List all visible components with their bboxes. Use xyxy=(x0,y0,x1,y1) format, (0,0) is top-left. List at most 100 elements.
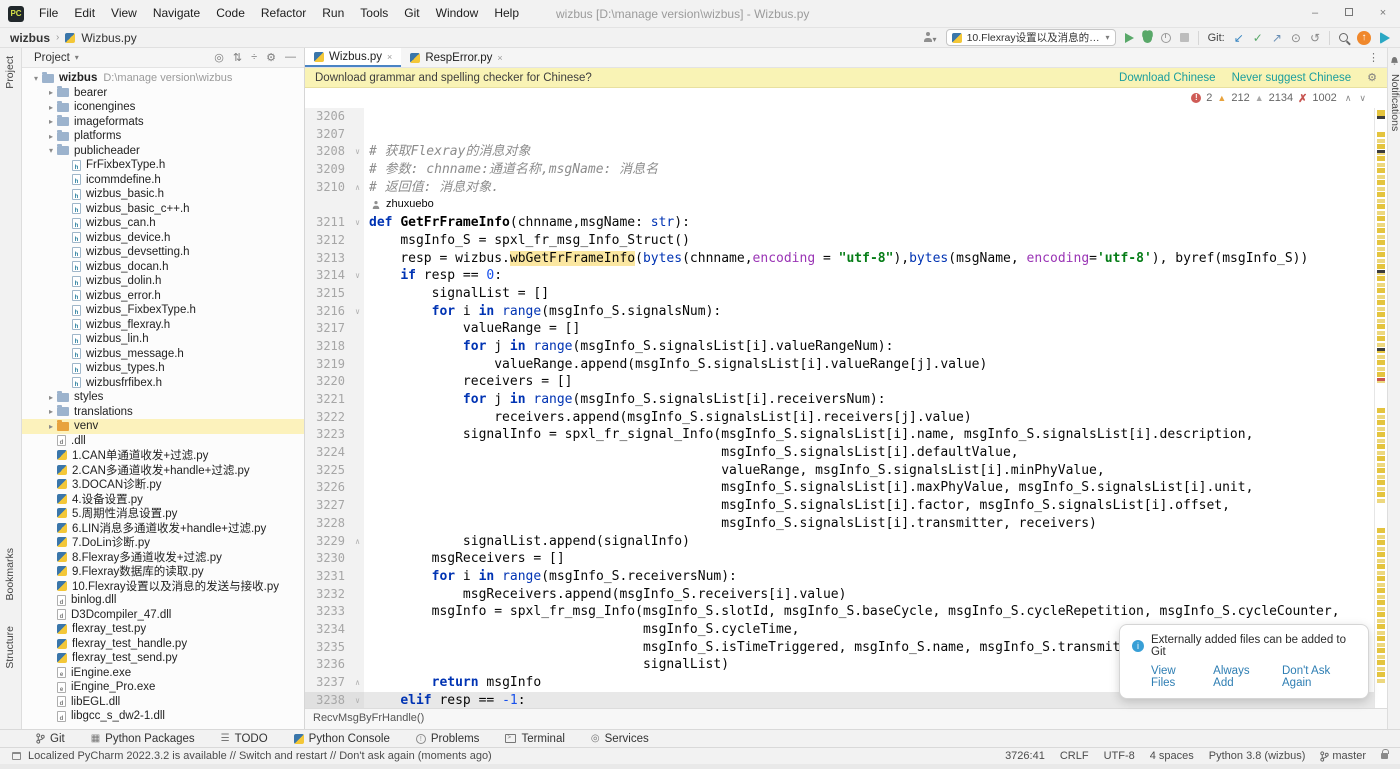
project-view-select[interactable]: Project xyxy=(34,52,70,64)
fold-up-icon[interactable]: ∧ xyxy=(351,674,364,692)
code-area[interactable]: 320632073208∨# 获取Flexray的消息对象3209# 参数: c… xyxy=(305,108,1374,708)
run-config-select[interactable]: 10.Flexray设置以及消息的发送与接收 ▾ xyxy=(946,29,1116,46)
fold-up-icon[interactable]: ∧ xyxy=(351,179,364,197)
code-line-3220[interactable]: 3220 receivers = [] xyxy=(305,373,1374,391)
menu-git[interactable]: Git xyxy=(397,0,426,27)
hide-panel-icon[interactable]: — xyxy=(285,51,296,64)
tree-item-translations[interactable]: ▸translations xyxy=(22,405,304,420)
code-line-3227[interactable]: 3227 msgInfo_S.signalsList[i].factor, ms… xyxy=(305,497,1374,515)
expand-collapse-icon[interactable]: ⇅ xyxy=(233,51,242,64)
tree-item-binlog-dll[interactable]: dbinlog.dll xyxy=(22,593,304,608)
menu-file[interactable]: File xyxy=(32,0,65,27)
lock-icon[interactable] xyxy=(1381,753,1388,759)
git-rollback-button[interactable]: ↺ xyxy=(1310,32,1320,44)
gear-icon[interactable]: ⚙ xyxy=(266,51,276,64)
tree-item-4-py[interactable]: 4.设备设置.py xyxy=(22,492,304,507)
tree-item-wizbus-can-h[interactable]: hwizbus_can.h xyxy=(22,216,304,231)
status-python-3-8-wizbus[interactable]: Python 3.8 (wizbus) xyxy=(1209,750,1306,762)
tree-item-wizbus-basic-c-h[interactable]: hwizbus_basic_c++.h xyxy=(22,202,304,217)
prev-issue-icon[interactable]: ∧ xyxy=(1345,93,1352,104)
tree-item-wizbus-basic-h[interactable]: hwizbus_basic.h xyxy=(22,187,304,202)
tree-item-wizbus-message-h[interactable]: hwizbus_message.h xyxy=(22,347,304,362)
git-history-button[interactable]: ⊙ xyxy=(1291,32,1301,44)
tree-item-7-dolin-py[interactable]: 7.DoLin诊断.py xyxy=(22,535,304,550)
gear-icon[interactable]: ⚙ xyxy=(1367,71,1377,84)
code-line-3228[interactable]: 3228 msgInfo_S.signalsList[i].transmitte… xyxy=(305,515,1374,533)
code-line-3207[interactable]: 3207 xyxy=(305,126,1374,144)
menu-help[interactable]: Help xyxy=(487,0,526,27)
git-push-button[interactable]: ↗ xyxy=(1272,32,1282,44)
code-line-3216[interactable]: 3216∨ for i in range(msgInfo_S.signalsNu… xyxy=(305,303,1374,321)
code-line-3219[interactable]: 3219 valueRange.append(msgInfo_S.signals… xyxy=(305,356,1374,374)
close-button[interactable]: × xyxy=(1366,0,1400,27)
tree-item-2-can-handle-py[interactable]: 2.CAN多通道收发+handle+过滤.py xyxy=(22,463,304,478)
code-line-3208[interactable]: 3208∨# 获取Flexray的消息对象 xyxy=(305,143,1374,161)
status-4-spaces[interactable]: 4 spaces xyxy=(1150,750,1194,762)
fold-up-icon[interactable]: ∧ xyxy=(351,533,364,551)
code-line-3217[interactable]: 3217 valueRange = [] xyxy=(305,320,1374,338)
collapse-all-icon[interactable]: ÷ xyxy=(251,51,257,64)
always-add-link[interactable]: Always Add xyxy=(1213,665,1268,689)
tree-item-imageformats[interactable]: ▸imageformats xyxy=(22,115,304,130)
code-line-3224[interactable]: 3224 msgInfo_S.signalsList[i].defaultVal… xyxy=(305,444,1374,462)
code-line-3221[interactable]: 3221 for j in range(msgInfo_S.signalsLis… xyxy=(305,391,1374,409)
tree-item-10-flexray-py[interactable]: 10.Flexray设置以及消息的发送与接收.py xyxy=(22,579,304,594)
tool-window-terminal[interactable]: >Terminal xyxy=(505,733,564,745)
tab-options-icon[interactable]: ⋮ xyxy=(1360,48,1387,67)
tool-window-python-packages[interactable]: ▦Python Packages xyxy=(91,733,195,745)
tree-item-wizbus-devsetting-h[interactable]: hwizbus_devsetting.h xyxy=(22,245,304,260)
git-branch-widget[interactable]: master xyxy=(1320,750,1366,762)
code-line-3223[interactable]: 3223 signalInfo = spxl_fr_signal_Info(ms… xyxy=(305,426,1374,444)
tree-item-wizbus-fixbextype-h[interactable]: hwizbus_FixbexType.h xyxy=(22,303,304,318)
tab-wizbus-py[interactable]: Wizbus.py × xyxy=(305,48,401,67)
fold-down-icon[interactable]: ∨ xyxy=(351,214,364,232)
code-line-3215[interactable]: 3215 signalList = [] xyxy=(305,285,1374,303)
code-line-3226[interactable]: 3226 msgInfo_S.signalsList[i].maxPhyValu… xyxy=(305,479,1374,497)
tree-item-wizbus-dolin-h[interactable]: hwizbus_dolin.h xyxy=(22,274,304,289)
tree-item-5-py[interactable]: 5.周期性消息设置.py xyxy=(22,506,304,521)
code-line-3232[interactable]: 3232 msgReceivers.append(msgInfo_S.recei… xyxy=(305,586,1374,604)
code-line-3229[interactable]: 3229∧ signalList.append(signalInfo) xyxy=(305,533,1374,551)
chevron-right-icon[interactable]: ▸ xyxy=(45,407,57,416)
inspection-widget[interactable]: 2 ▲ 212 ▲ 2134 ✗ 1002 ∧ ∨ xyxy=(305,88,1374,108)
status-utf-8[interactable]: UTF-8 xyxy=(1104,750,1135,762)
chevron-right-icon[interactable]: ▸ xyxy=(45,393,57,402)
tree-item-6-lin-handle-py[interactable]: 6.LIN消息多通道收发+handle+过滤.py xyxy=(22,521,304,536)
tool-window-services[interactable]: ◎Services xyxy=(591,733,649,745)
tool-window-problems[interactable]: !Problems xyxy=(416,733,480,745)
fold-down-icon[interactable]: ∨ xyxy=(351,692,364,708)
tree-item-wizbus-flexray-h[interactable]: hwizbus_flexray.h xyxy=(22,318,304,333)
code-line-3231[interactable]: 3231 for i in range(msgInfo_S.receiversN… xyxy=(305,568,1374,586)
menu-view[interactable]: View xyxy=(104,0,144,27)
chevron-right-icon[interactable]: ▸ xyxy=(45,103,57,112)
menu-tools[interactable]: Tools xyxy=(353,0,395,27)
breadcrumb-file[interactable]: Wizbus.py xyxy=(81,31,136,45)
tree-item-flexray-test-handle-py[interactable]: flexray_test_handle.py xyxy=(22,637,304,652)
debug-button[interactable] xyxy=(1143,32,1152,43)
maximize-button[interactable] xyxy=(1332,0,1366,27)
dont-ask-again-link[interactable]: Don't Ask Again xyxy=(1282,665,1356,689)
error-stripe[interactable] xyxy=(1374,108,1387,708)
tree-item-frfixbextype-h[interactable]: hFrFixbexType.h xyxy=(22,158,304,173)
code-line-3225[interactable]: 3225 valueRange, msgInfo_S.signalsList[i… xyxy=(305,462,1374,480)
tree-item-styles[interactable]: ▸styles xyxy=(22,390,304,405)
chevron-down-icon[interactable]: ▾ xyxy=(30,74,42,83)
tree-item-1-can-py[interactable]: 1.CAN单通道收发+过滤.py xyxy=(22,448,304,463)
menu-navigate[interactable]: Navigate xyxy=(146,0,207,27)
tree-item-wizbus[interactable]: ▾wizbusD:\manage version\wizbus xyxy=(22,71,304,86)
git-update-button[interactable]: ↙ xyxy=(1234,32,1244,44)
code-line-3213[interactable]: 3213 resp = wizbus.wbGetFrFrameInfo(byte… xyxy=(305,250,1374,268)
chevron-down-icon[interactable]: ▾ xyxy=(45,146,57,155)
tree-item-iengine-pro-exe[interactable]: eiEngine_Pro.exe xyxy=(22,680,304,695)
tree-item-platforms[interactable]: ▸platforms xyxy=(22,129,304,144)
tool-tab-bookmarks[interactable]: Bookmarks xyxy=(4,548,16,601)
code-line-3211[interactable]: 3211∨def GetFrFrameInfo(chnname,msgName:… xyxy=(305,214,1374,232)
locate-file-icon[interactable]: ◎ xyxy=(214,51,224,64)
chevron-right-icon[interactable]: ▸ xyxy=(45,422,57,431)
fold-down-icon[interactable]: ∨ xyxy=(351,143,364,161)
profiler-button[interactable] xyxy=(1161,33,1171,43)
download-chinese-link[interactable]: Download Chinese xyxy=(1119,72,1216,84)
tool-tab-notifications[interactable]: Notifications xyxy=(1389,74,1400,131)
close-icon[interactable]: × xyxy=(497,53,502,63)
code-line-3212[interactable]: 3212 msgInfo_S = spxl_fr_msg_Info_Struct… xyxy=(305,232,1374,250)
